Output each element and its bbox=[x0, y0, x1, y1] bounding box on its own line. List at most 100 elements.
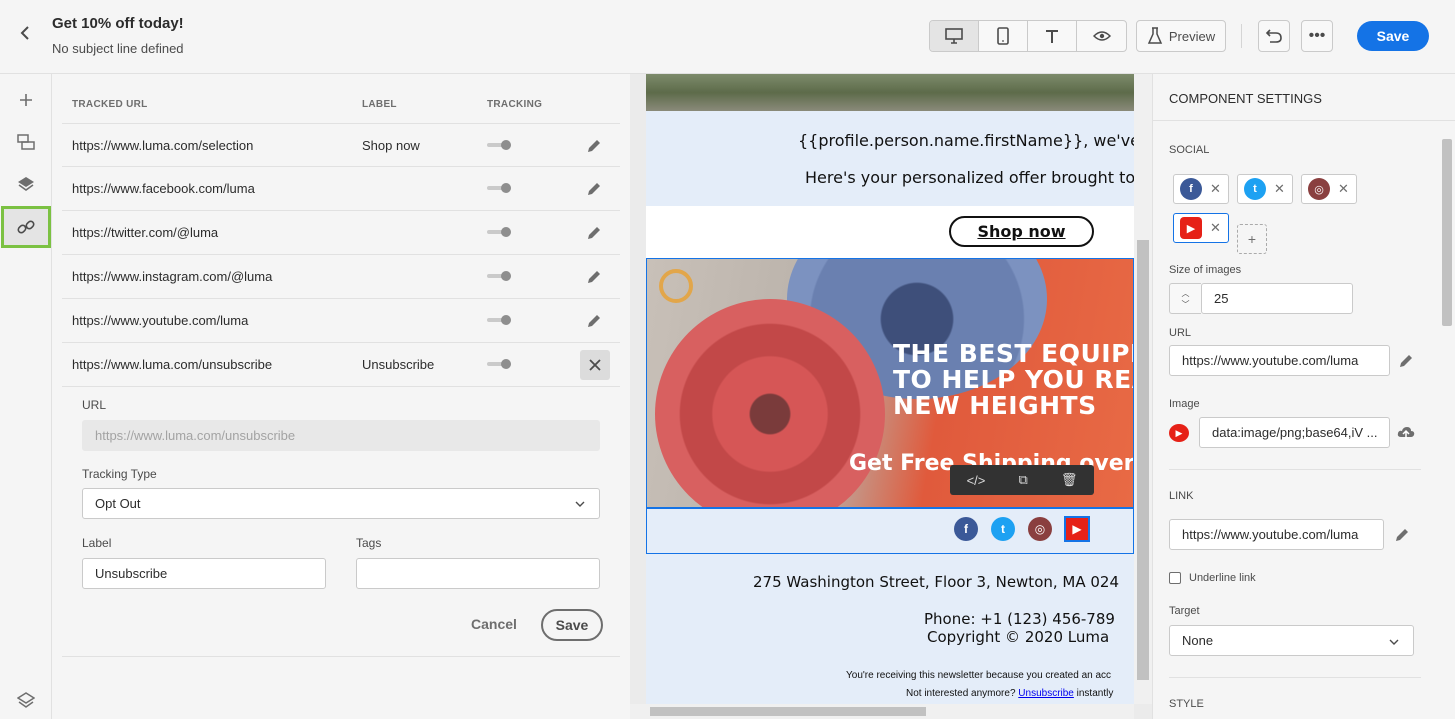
text-view-button[interactable] bbox=[1028, 21, 1077, 51]
canvas-vertical-scrollbar[interactable] bbox=[1134, 74, 1152, 704]
size-label: Size of images bbox=[1169, 264, 1242, 276]
size-stepper[interactable]: ︿ ﹀ bbox=[1169, 283, 1201, 314]
delete-icon[interactable]: 🗑 bbox=[1061, 472, 1078, 488]
desktop-view-button[interactable] bbox=[930, 21, 979, 51]
label-field[interactable]: Unsubscribe bbox=[82, 558, 326, 589]
table-row[interactable]: https://www.facebook.com/luma bbox=[62, 167, 620, 211]
undo-button[interactable] bbox=[1258, 20, 1290, 52]
links-button[interactable] bbox=[1, 206, 51, 248]
url-input[interactable]: https://www.youtube.com/luma bbox=[1169, 345, 1390, 376]
tracking-toggle[interactable] bbox=[487, 182, 513, 194]
instagram-icon[interactable]: ◎ bbox=[1028, 517, 1052, 541]
target-value: None bbox=[1182, 633, 1214, 648]
mobile-icon bbox=[997, 27, 1009, 45]
remove-icon[interactable]: ✕ bbox=[1210, 220, 1221, 236]
table-row[interactable]: https://www.luma.com/selection Shop now bbox=[62, 123, 620, 167]
tracking-type-dropdown[interactable]: Opt Out bbox=[82, 488, 600, 519]
social-component[interactable]: f t ◎ ▶ bbox=[646, 508, 1134, 554]
tracking-toggle[interactable] bbox=[487, 314, 513, 326]
pencil-icon bbox=[1400, 355, 1412, 367]
cancel-button[interactable]: Cancel bbox=[471, 616, 517, 632]
more-options-button[interactable]: ••• bbox=[1301, 20, 1333, 52]
tracking-toggle[interactable] bbox=[487, 139, 513, 151]
phone-text: Phone: +1 (123) 456-789 bbox=[924, 610, 1115, 628]
preview-button[interactable]: Preview bbox=[1136, 20, 1226, 52]
table-row[interactable]: https://twitter.com/@luma bbox=[62, 211, 620, 255]
mobile-view-button[interactable] bbox=[979, 21, 1028, 51]
social-section-label: SOCIAL bbox=[1169, 144, 1210, 156]
size-input[interactable]: 25 bbox=[1201, 283, 1353, 314]
edit-link-button[interactable] bbox=[1393, 526, 1411, 544]
fragments-icon bbox=[17, 134, 35, 150]
edit-button[interactable] bbox=[584, 136, 604, 156]
remove-icon[interactable]: ✕ bbox=[1274, 181, 1285, 197]
duplicate-icon[interactable]: ⧉ bbox=[1018, 472, 1027, 488]
facebook-icon[interactable]: f bbox=[954, 517, 978, 541]
shop-now-button[interactable]: Shop now bbox=[949, 216, 1094, 247]
tracking-toggle[interactable] bbox=[487, 270, 513, 282]
brand-logo bbox=[659, 269, 693, 303]
social-chip-facebook[interactable]: f ✕ bbox=[1173, 174, 1229, 204]
image-input[interactable]: data:image/png;base64,iV ... bbox=[1199, 417, 1390, 448]
greeting-block[interactable] bbox=[646, 111, 1134, 206]
label-field-label: Label bbox=[82, 536, 112, 550]
table-row[interactable]: https://www.youtube.com/luma bbox=[62, 299, 620, 343]
edit-url-button[interactable] bbox=[1397, 352, 1415, 370]
youtube-icon[interactable]: ▶ bbox=[1064, 516, 1090, 542]
social-chip-youtube[interactable]: ▶ ✕ bbox=[1173, 213, 1229, 243]
edit-button[interactable] bbox=[584, 311, 604, 331]
preview-eye-button[interactable] bbox=[1077, 21, 1126, 51]
form-save-button[interactable]: Save bbox=[541, 609, 603, 641]
settings-layers-button[interactable] bbox=[8, 682, 44, 718]
url-label: URL bbox=[1169, 327, 1192, 339]
preview-label: Preview bbox=[1168, 28, 1216, 44]
tracking-toggle[interactable] bbox=[487, 358, 513, 370]
settings-scrollbar[interactable] bbox=[1438, 124, 1455, 719]
edit-button[interactable] bbox=[584, 267, 604, 287]
chevron-left-icon bbox=[20, 26, 29, 40]
unsubscribe-link[interactable]: Unsubscribe bbox=[1018, 688, 1074, 699]
twitter-icon[interactable]: t bbox=[991, 517, 1015, 541]
pencil-icon bbox=[588, 315, 600, 327]
layers-button[interactable] bbox=[8, 166, 44, 202]
url-field: https://www.luma.com/unsubscribe bbox=[82, 420, 600, 451]
pencil-icon bbox=[588, 271, 600, 283]
add-social-button[interactable]: + bbox=[1237, 224, 1267, 254]
url-field-label: URL bbox=[82, 398, 107, 412]
footer-note: You're receiving this newsletter because… bbox=[846, 670, 1112, 681]
youtube-icon: ▶ bbox=[1169, 424, 1189, 442]
canvas-horizontal-scrollbar[interactable] bbox=[630, 704, 1134, 719]
header-image[interactable] bbox=[646, 74, 1134, 111]
remove-icon[interactable]: ✕ bbox=[1210, 181, 1221, 197]
table-row-expanded[interactable]: https://www.luma.com/unsubscribe Unsubsc… bbox=[62, 343, 620, 387]
tracking-type-label: Tracking Type bbox=[82, 467, 157, 481]
twitter-icon: t bbox=[1244, 178, 1266, 200]
table-row[interactable]: https://www.instagram.com/@luma bbox=[62, 255, 620, 299]
back-button[interactable] bbox=[14, 24, 36, 46]
instagram-icon: ◎ bbox=[1308, 178, 1330, 200]
remove-icon[interactable]: ✕ bbox=[1338, 181, 1349, 197]
hero-headline: THE BEST EQUIPM TO HELP YOU REAC NEW HEI… bbox=[893, 339, 1134, 420]
underline-checkbox[interactable] bbox=[1169, 572, 1181, 584]
tracking-toggle[interactable] bbox=[487, 226, 513, 238]
edit-button[interactable] bbox=[584, 223, 604, 243]
component-toolbar: </> ⧉ 🗑 bbox=[950, 465, 1094, 495]
copyright-text: Copyright © 2020 Luma bbox=[927, 628, 1110, 646]
social-chip-instagram[interactable]: ◎ ✕ bbox=[1301, 174, 1357, 204]
divider bbox=[1169, 677, 1421, 678]
link-input[interactable]: https://www.youtube.com/luma bbox=[1169, 519, 1384, 550]
target-dropdown[interactable]: None bbox=[1169, 625, 1414, 656]
edit-button[interactable] bbox=[584, 179, 604, 199]
close-edit-button[interactable] bbox=[580, 350, 610, 380]
link-icon bbox=[17, 220, 35, 234]
fragments-button[interactable] bbox=[8, 124, 44, 160]
add-component-button[interactable] bbox=[8, 82, 44, 118]
close-icon bbox=[589, 359, 601, 371]
row-url: https://www.instagram.com/@luma bbox=[72, 269, 273, 284]
save-button[interactable]: Save bbox=[1357, 21, 1429, 51]
tags-field[interactable] bbox=[356, 558, 600, 589]
code-icon[interactable]: </> bbox=[967, 473, 986, 488]
upload-button[interactable] bbox=[1397, 424, 1415, 442]
social-chip-twitter[interactable]: t ✕ bbox=[1237, 174, 1293, 204]
row-url: https://www.facebook.com/luma bbox=[72, 181, 255, 196]
